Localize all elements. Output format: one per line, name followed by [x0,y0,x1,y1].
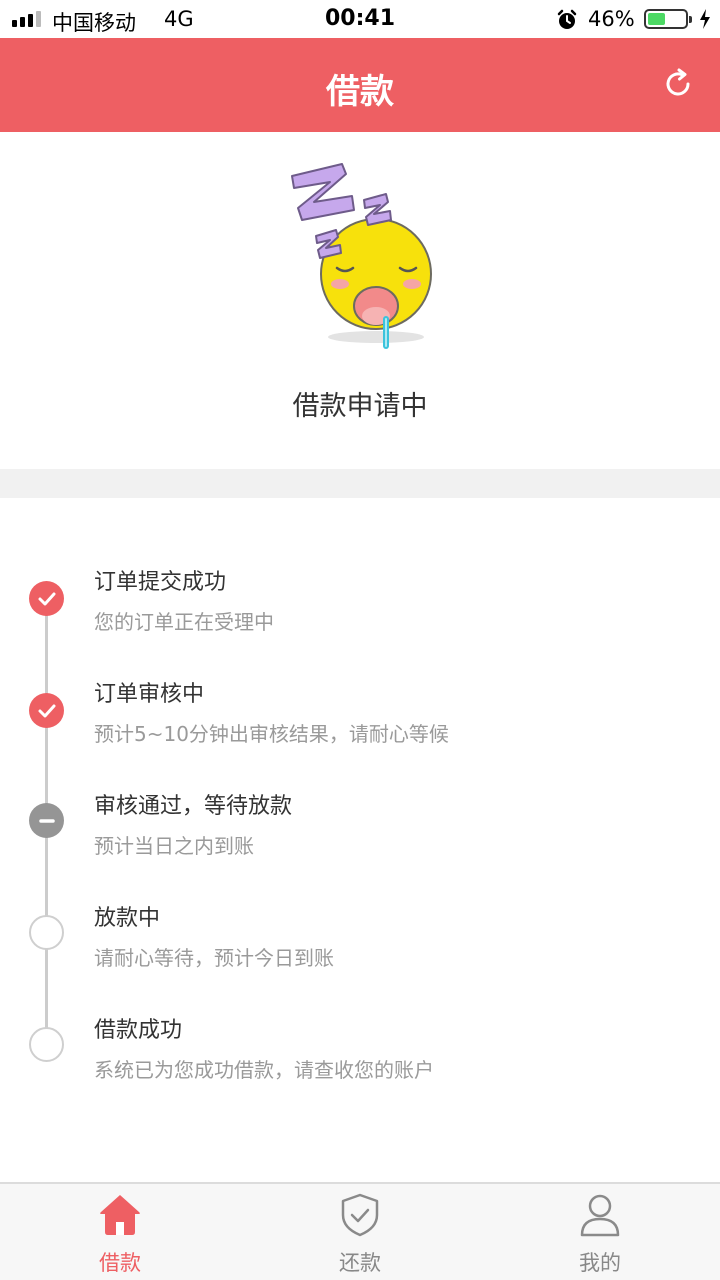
signal-strength-icon [12,11,41,27]
refresh-button[interactable] [660,66,696,102]
step-title: 订单提交成功 [94,570,227,595]
application-status-text: 借款申请中 [292,391,428,422]
step-title: 审核通过，等待放款 [94,794,293,819]
battery-icon [644,9,692,29]
tab-repay[interactable]: 还款 [240,1184,480,1280]
minus-icon [29,803,64,838]
sleeping-face-icon [291,163,432,349]
step-description: 系统已为您成功借款，请查收您的账户 [94,1058,434,1082]
page-title: 借款 [326,72,394,112]
tab-label: 还款 [339,1251,381,1275]
check-icon [29,581,64,616]
step-title: 借款成功 [94,1018,183,1043]
timeline-step-success: 借款成功 系统已为您成功借款，请查收您的账户 [0,1008,720,1108]
timeline-step-submitted: 订单提交成功 您的订单正在受理中 [0,560,720,660]
tab-label: 我的 [579,1251,621,1275]
step-title: 放款中 [94,906,161,931]
network-type: 4G [164,7,194,31]
charging-icon [698,8,712,35]
step-description: 预计5~10分钟出审核结果，请耐心等候 [94,722,449,746]
step-title: 订单审核中 [94,682,205,707]
timeline-step-disbursing: 放款中 请耐心等待，预计今日到账 [0,896,720,996]
tab-borrow[interactable]: 借款 [0,1184,240,1280]
progress-timeline: 订单提交成功 您的订单正在受理中 订单审核中 预计5~10分钟出审核结果，请耐心… [0,498,720,1182]
user-icon [580,1194,620,1237]
tab-label: 借款 [99,1251,141,1275]
application-status-hero: 借款申请中 [0,132,720,469]
shield-check-icon [341,1193,379,1237]
tab-mine[interactable]: 我的 [480,1184,720,1280]
bottom-tab-bar: 借款 还款 我的 [0,1182,720,1280]
timeline-step-reviewing: 订单审核中 预计5~10分钟出审核结果，请耐心等候 [0,672,720,772]
home-icon [100,1195,140,1235]
empty-circle-icon [29,1027,64,1062]
section-divider [0,469,720,498]
status-bar: 中国移动 4G 00:41 46% [0,0,720,38]
step-description: 预计当日之内到账 [94,834,254,858]
carrier-name: 中国移动 [52,11,136,35]
battery-percent: 46% [588,7,635,31]
nav-header: 借款 [0,38,720,132]
step-description: 您的订单正在受理中 [94,610,274,634]
alarm-icon [556,9,578,36]
timeline-step-approved: 审核通过，等待放款 预计当日之内到账 [0,784,720,884]
refresh-icon [666,68,690,96]
check-icon [29,693,64,728]
step-description: 请耐心等待，预计今日到账 [94,946,334,970]
empty-circle-icon [29,915,64,950]
